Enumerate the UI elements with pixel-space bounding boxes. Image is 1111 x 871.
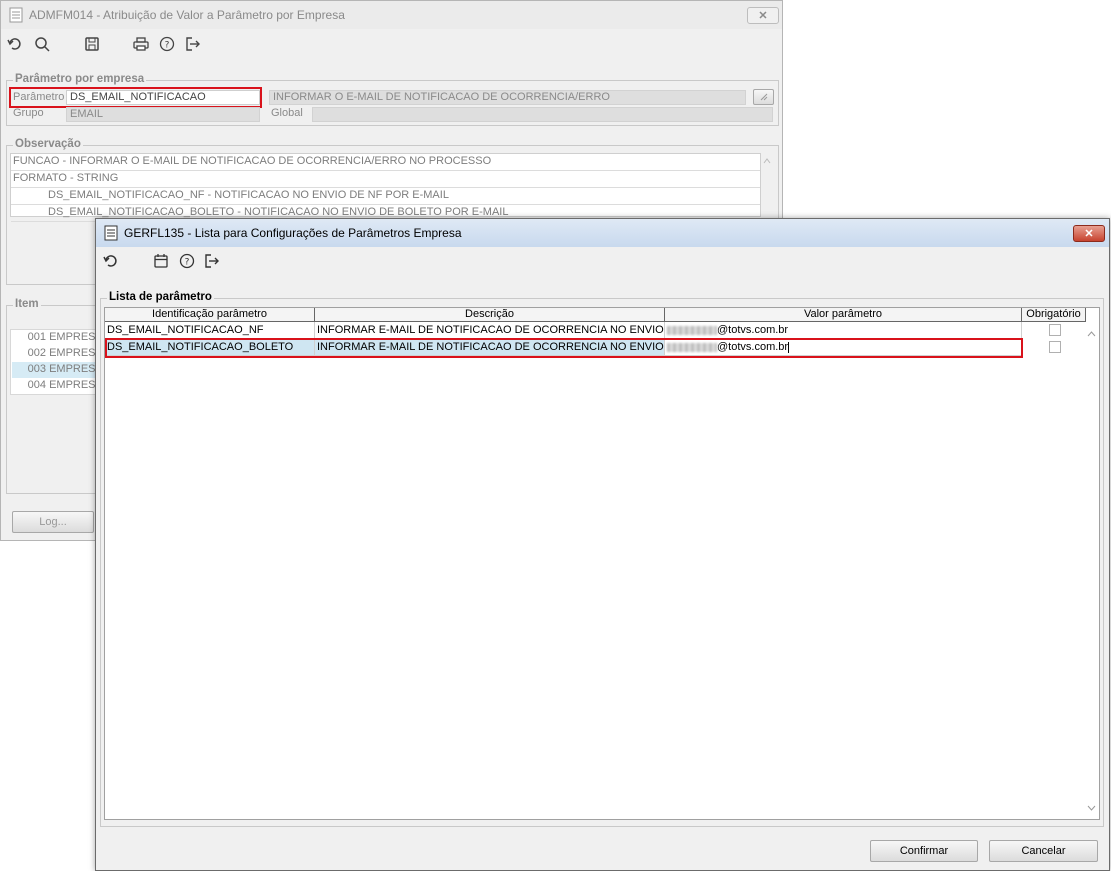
highlight-box (105, 338, 1023, 358)
highlight-box (9, 87, 262, 108)
svg-text:?: ? (165, 41, 170, 51)
obs-list[interactable]: FUNCAO - INFORMAR O E-MAIL DE NOTIFICACA… (10, 153, 761, 222)
gerfl135-dialog: GERFL135 - Lista para Configurações de P… (95, 218, 1110, 871)
cell-valor[interactable]: @totvs.com.br (665, 322, 1022, 339)
cell-descricao[interactable]: INFORMAR E-MAIL DE NOTIFICACAO DE OCORRE… (315, 322, 665, 339)
window-title: ADMFM014 - Atribuição de Valor a Parâmet… (29, 8, 345, 22)
param-group-legend: Parâmetro por empresa (13, 73, 147, 85)
close-button[interactable]: ✕ (1073, 225, 1105, 242)
param-grid[interactable]: Identificação parâmetro Descrição Valor … (104, 307, 1100, 820)
dialog-title: GERFL135 - Lista para Configurações de P… (124, 226, 462, 240)
item-row[interactable]: 004 EMPRESA (12, 378, 103, 394)
help-icon[interactable]: ? (157, 34, 177, 54)
scroll-up-icon[interactable] (1087, 330, 1096, 338)
item-row[interactable]: 002 EMPRESA (12, 346, 103, 362)
undo-icon[interactable] (5, 34, 25, 54)
calendar-icon[interactable] (151, 251, 171, 271)
obs-group-legend: Observação (13, 138, 83, 150)
obs-line: FORMATO - STRING (11, 171, 760, 188)
cancel-button[interactable]: Cancelar (989, 840, 1098, 862)
cell-valor-text: @totvs.com.br (717, 324, 789, 336)
cell-id[interactable]: DS_EMAIL_NOTIFICACAO_NF (105, 322, 315, 339)
parametro-description: INFORMAR O E-MAIL DE NOTIFICACAO DE OCOR… (269, 90, 746, 105)
redacted-text (667, 325, 717, 335)
param-list-legend: Lista de parâmetro (107, 291, 214, 303)
close-button[interactable]: ✕ (747, 7, 779, 24)
save-icon[interactable] (82, 34, 102, 54)
titlebar: GERFL135 - Lista para Configurações de P… (96, 219, 1109, 247)
obs-line: FUNCAO - INFORMAR O E-MAIL DE NOTIFICACA… (11, 154, 760, 171)
scroll-up-icon[interactable] (763, 157, 771, 165)
column-header-obrigatorio[interactable]: Obrigatório (1022, 308, 1086, 322)
titlebar: ADMFM014 - Atribuição de Valor a Parâmet… (1, 1, 782, 29)
lookup-icon (760, 93, 767, 101)
confirm-button[interactable]: Confirmar (870, 840, 978, 862)
column-header-valor[interactable]: Valor parâmetro (665, 308, 1022, 322)
undo-icon[interactable] (101, 251, 121, 271)
item-number: 001 (27, 331, 46, 343)
exit-icon[interactable] (183, 34, 203, 54)
log-button[interactable]: Log... (12, 511, 94, 533)
column-header-id[interactable]: Identificação parâmetro (105, 308, 315, 322)
column-header-descricao[interactable]: Descrição (315, 308, 665, 322)
global-field (312, 107, 773, 122)
item-number: 002 (27, 347, 46, 359)
obrigatorio-checkbox[interactable] (1049, 341, 1061, 353)
obs-line: DS_EMAIL_NOTIFICACAO_NF - NOTIFICACAO NO… (11, 188, 760, 205)
grupo-label: Grupo (13, 107, 44, 119)
print-icon[interactable] (131, 34, 151, 54)
item-row[interactable]: 001 EMPRESA (12, 330, 103, 346)
help-icon[interactable]: ? (177, 251, 197, 271)
document-icon (9, 7, 23, 23)
document-icon (104, 225, 118, 241)
lookup-button[interactable] (753, 89, 774, 105)
item-number: 003 (27, 363, 46, 375)
scroll-down-icon[interactable] (1087, 804, 1096, 812)
exit-icon[interactable] (202, 251, 222, 271)
obrigatorio-checkbox[interactable] (1049, 324, 1061, 336)
item-number: 004 (27, 379, 46, 391)
search-icon[interactable] (32, 34, 52, 54)
svg-text:?: ? (185, 258, 190, 268)
grupo-field: EMAIL (66, 107, 260, 122)
item-group-legend: Item (13, 298, 41, 310)
item-row-selected[interactable]: 003 EMPRESA (12, 362, 103, 378)
global-label: Global (271, 107, 303, 119)
